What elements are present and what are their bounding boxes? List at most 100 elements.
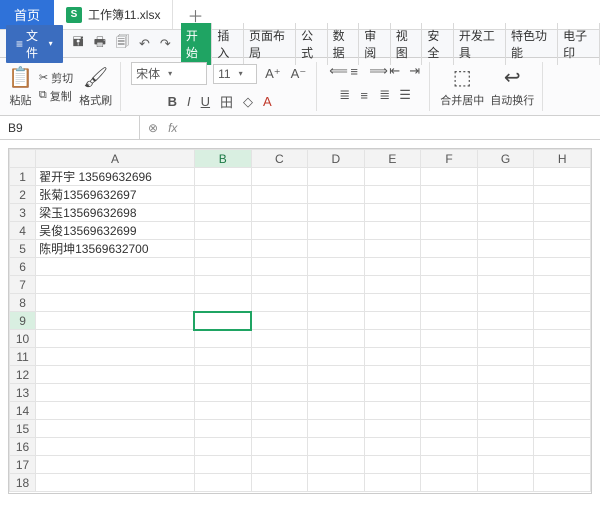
format-painter-button[interactable]: 🖌 格式刷 [79, 65, 112, 108]
align-right-icon[interactable]: ≣ [377, 86, 391, 104]
cell-C15[interactable] [251, 420, 308, 438]
font-color-button[interactable]: A [261, 93, 274, 110]
cell-C12[interactable] [251, 366, 308, 384]
cell-D9[interactable] [308, 312, 365, 330]
cell-G4[interactable] [477, 222, 534, 240]
cell-H16[interactable] [534, 438, 591, 456]
cell-G5[interactable] [477, 240, 534, 258]
cell-H17[interactable] [534, 456, 591, 474]
row-header-16[interactable]: 16 [10, 438, 36, 456]
cell-C16[interactable] [251, 438, 308, 456]
save-icon[interactable]: 🖬 [73, 33, 84, 55]
cell-C13[interactable] [251, 384, 308, 402]
cell-B12[interactable] [194, 366, 251, 384]
cell-G18[interactable] [477, 474, 534, 492]
preview-icon[interactable]: 🗐 [116, 33, 129, 55]
cell-E11[interactable] [364, 348, 421, 366]
ribbon-tab-0[interactable]: 开始 [181, 23, 213, 65]
row-header-7[interactable]: 7 [10, 276, 36, 294]
cell-G3[interactable] [477, 204, 534, 222]
cell-H18[interactable] [534, 474, 591, 492]
cell-D16[interactable] [308, 438, 365, 456]
cell-B3[interactable] [194, 204, 251, 222]
cell-G1[interactable] [477, 168, 534, 186]
col-header-C[interactable]: C [251, 150, 308, 168]
ribbon-tab-5[interactable]: 审阅 [359, 23, 391, 65]
cell-D12[interactable] [308, 366, 365, 384]
fx-icon[interactable]: fx [168, 121, 177, 135]
cell-E15[interactable] [364, 420, 421, 438]
cell-F16[interactable] [421, 438, 478, 456]
ribbon-tab-1[interactable]: 插入 [212, 23, 244, 65]
cell-G2[interactable] [477, 186, 534, 204]
fill-color-button[interactable]: ◇ [241, 93, 255, 111]
col-header-G[interactable]: G [477, 150, 534, 168]
print-icon[interactable]: 🖶 [94, 33, 106, 55]
row-header-8[interactable]: 8 [10, 294, 36, 312]
font-size-select[interactable]: 11▾ [213, 64, 257, 84]
row-header-12[interactable]: 12 [10, 366, 36, 384]
cell-C10[interactable] [251, 330, 308, 348]
cell-B1[interactable] [194, 168, 251, 186]
cell-E13[interactable] [364, 384, 421, 402]
cell-F6[interactable] [421, 258, 478, 276]
cell-F7[interactable] [421, 276, 478, 294]
cell-E9[interactable] [364, 312, 421, 330]
cell-A12[interactable] [36, 366, 195, 384]
cell-E18[interactable] [364, 474, 421, 492]
cell-D3[interactable] [308, 204, 365, 222]
cell-F3[interactable] [421, 204, 478, 222]
cell-C18[interactable] [251, 474, 308, 492]
cell-C8[interactable] [251, 294, 308, 312]
col-header-A[interactable]: A [36, 150, 195, 168]
row-header-17[interactable]: 17 [10, 456, 36, 474]
col-header-H[interactable]: H [534, 150, 591, 168]
cell-A17[interactable] [36, 456, 195, 474]
cell-C1[interactable] [251, 168, 308, 186]
cell-H6[interactable] [534, 258, 591, 276]
cell-B13[interactable] [194, 384, 251, 402]
cell-B10[interactable] [194, 330, 251, 348]
row-header-2[interactable]: 2 [10, 186, 36, 204]
cell-A9[interactable] [36, 312, 195, 330]
cell-B5[interactable] [194, 240, 251, 258]
cell-E16[interactable] [364, 438, 421, 456]
row-header-15[interactable]: 15 [10, 420, 36, 438]
cell-F10[interactable] [421, 330, 478, 348]
cell-E3[interactable] [364, 204, 421, 222]
col-header-D[interactable]: D [308, 150, 365, 168]
cell-G14[interactable] [477, 402, 534, 420]
cell-F2[interactable] [421, 186, 478, 204]
cell-G11[interactable] [477, 348, 534, 366]
align-justify-icon[interactable]: ☰ [397, 86, 411, 104]
cell-B7[interactable] [194, 276, 251, 294]
cell-A1[interactable]: 翟开宇 13569632696 [36, 168, 195, 186]
paste-button[interactable]: 📋 粘贴 [8, 65, 33, 108]
indent-right-icon[interactable]: ⇥ [407, 62, 421, 80]
cell-G9[interactable] [477, 312, 534, 330]
bold-button[interactable]: B [166, 93, 179, 110]
increase-font-icon[interactable]: A⁺ [263, 65, 283, 83]
cell-D13[interactable] [308, 384, 365, 402]
cell-F17[interactable] [421, 456, 478, 474]
cell-F8[interactable] [421, 294, 478, 312]
cell-H4[interactable] [534, 222, 591, 240]
cell-F15[interactable] [421, 420, 478, 438]
cell-E1[interactable] [364, 168, 421, 186]
cell-E8[interactable] [364, 294, 421, 312]
cell-B18[interactable] [194, 474, 251, 492]
decrease-font-icon[interactable]: A⁻ [289, 65, 309, 83]
cell-D15[interactable] [308, 420, 365, 438]
row-header-9[interactable]: 9 [10, 312, 36, 330]
cell-C9[interactable] [251, 312, 308, 330]
align-bottom-icon[interactable]: ⟹ [367, 62, 381, 80]
cell-D11[interactable] [308, 348, 365, 366]
cell-A6[interactable] [36, 258, 195, 276]
cell-B14[interactable] [194, 402, 251, 420]
cell-D5[interactable] [308, 240, 365, 258]
ribbon-tab-9[interactable]: 特色功能 [506, 23, 558, 65]
border-button[interactable]: 田 [218, 91, 235, 112]
ribbon-tab-7[interactable]: 安全 [422, 23, 454, 65]
ribbon-tab-4[interactable]: 数据 [328, 23, 360, 65]
cell-D2[interactable] [308, 186, 365, 204]
